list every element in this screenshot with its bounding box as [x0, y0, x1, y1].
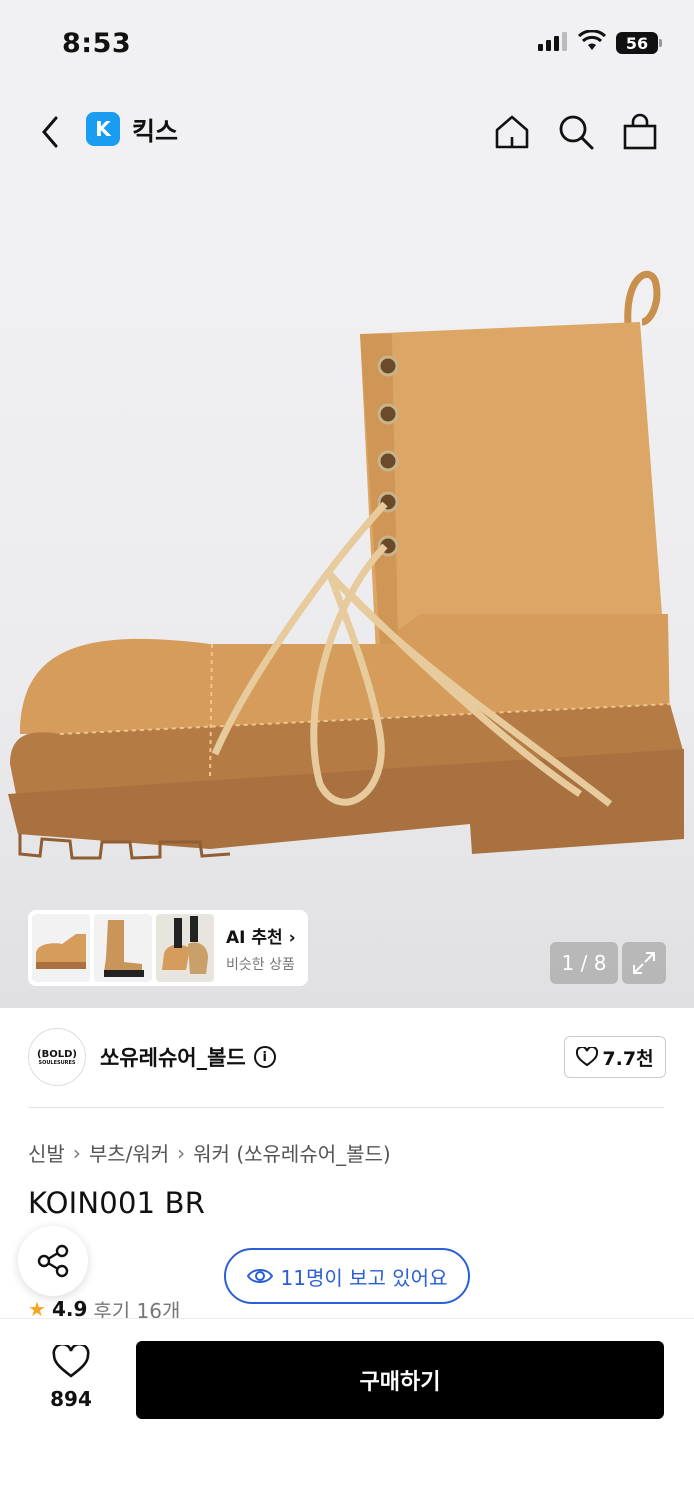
star-icon: ★ — [28, 1298, 46, 1320]
viewers-indicator[interactable]: 11명이 보고 있어요 — [224, 1248, 470, 1304]
share-button[interactable] — [18, 1226, 88, 1296]
home-icon — [495, 115, 529, 149]
ai-recommend-text[interactable]: AI 추천 › 비슷한 상품 — [226, 923, 296, 974]
battery-icon: 56 — [616, 32, 662, 54]
expand-button[interactable] — [622, 942, 666, 984]
wishlist-button[interactable]: 894 — [40, 1342, 102, 1411]
back-button[interactable] — [30, 110, 70, 154]
brand-name[interactable]: 킥스 — [132, 112, 178, 148]
eye-icon — [246, 1269, 273, 1283]
chevron-right-icon: › — [72, 1140, 81, 1165]
expand-icon — [633, 952, 655, 974]
status-icons: 56 — [538, 29, 662, 56]
info-icon[interactable]: i — [253, 1046, 276, 1068]
shopping-bag-icon — [623, 113, 657, 150]
chevron-right-icon: › — [177, 1140, 186, 1165]
app-header: K 킥스 — [0, 88, 694, 174]
breadcrumb-item[interactable]: 부츠/워커 — [89, 1138, 169, 1167]
seller-like-count: 7.7천 — [602, 1047, 654, 1070]
brand-logo[interactable]: K — [86, 112, 120, 146]
seller-like-button[interactable]: 7.7천 — [564, 1036, 666, 1078]
seller-row: (BOLD) SOULESURES 쏘유레슈어_볼드 i 7.7천 — [28, 1028, 666, 1086]
wishlist-count: 894 — [50, 1387, 92, 1411]
seller-logo-subtext: SOULESURES — [38, 1059, 76, 1066]
thumbnail-1[interactable] — [32, 914, 90, 982]
search-button[interactable] — [554, 110, 598, 154]
buy-button[interactable]: 구매하기 — [136, 1341, 664, 1419]
image-counter: 1 / 8 — [550, 942, 618, 984]
cellular-signal-icon — [538, 31, 568, 55]
thumbnail-3[interactable] — [156, 914, 214, 982]
home-button[interactable] — [490, 110, 534, 154]
heart-icon — [52, 1342, 90, 1378]
ai-recommend-subtitle: 비슷한 상품 — [226, 956, 295, 973]
viewers-text: 11명이 보고 있어요 — [280, 1265, 448, 1290]
breadcrumb: 신발 › 부츠/워커 › 워커 (쏘유레슈어_볼드) — [28, 1138, 391, 1167]
thumbnail-2[interactable] — [94, 914, 152, 982]
divider — [28, 1107, 664, 1108]
seller-logo[interactable]: (BOLD) SOULESURES — [28, 1028, 86, 1086]
review-count: 후기 16개 — [93, 1298, 181, 1321]
search-icon — [559, 115, 594, 150]
seller-name-link[interactable]: 쏘유레슈어_볼드 i — [100, 1042, 276, 1072]
status-bar: 8:53 56 — [0, 0, 694, 88]
share-icon — [37, 1244, 69, 1278]
breadcrumb-item[interactable]: 신발 — [28, 1138, 65, 1167]
product-title: KOIN001 BR — [28, 1186, 206, 1220]
rating-score: 4.9 — [51, 1298, 88, 1320]
chevron-right-icon: › — [288, 927, 296, 948]
wifi-icon — [577, 29, 607, 56]
chevron-left-icon — [42, 116, 58, 148]
ai-recommend-card[interactable]: AI 추천 › 비슷한 상품 — [28, 910, 308, 986]
cart-button[interactable] — [618, 110, 662, 154]
ai-recommend-title: AI 추천 — [226, 927, 283, 948]
bottom-action-bar: 894 구매하기 — [0, 1318, 694, 1500]
heart-icon — [576, 1047, 599, 1067]
product-image-boot — [8, 270, 684, 860]
product-image-gallery[interactable]: AI 추천 › 비슷한 상품 1 / 8 — [0, 174, 694, 1008]
seller-name: 쏘유레슈어_볼드 — [100, 1046, 246, 1070]
seller-logo-text: (BOLD) — [37, 1048, 77, 1060]
breadcrumb-item[interactable]: 워커 (쏘유레슈어_볼드) — [193, 1138, 391, 1167]
rating-row[interactable]: ★ 4.9 후기 16개 — [28, 1298, 180, 1320]
status-time: 8:53 — [62, 28, 132, 59]
